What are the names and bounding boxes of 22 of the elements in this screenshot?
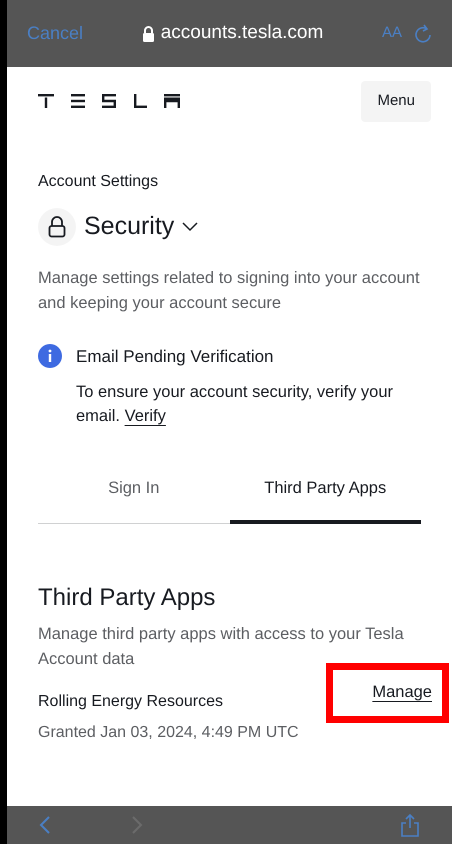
third-party-description: Manage third party apps with access to your Tesla Account data	[38, 624, 405, 670]
notice-text: To ensure your account security, verify your email. Verify	[76, 382, 394, 427]
app-name: Rolling Energy Resources	[38, 692, 224, 712]
notice-title: Email Pending Verification	[76, 346, 275, 368]
share-icon[interactable]	[400, 813, 420, 837]
menu-button[interactable]: Menu	[361, 81, 431, 122]
info-icon	[38, 344, 62, 368]
address-text[interactable]: accounts.tesla.com	[160, 19, 324, 48]
back-icon[interactable]	[39, 815, 51, 835]
section-description: Manage settings related to signing into your account and keeping your account secure	[38, 268, 421, 314]
third-party-heading: Third Party Apps	[38, 582, 216, 613]
account-settings-label: Account Settings	[38, 172, 160, 192]
reload-icon[interactable]	[414, 22, 432, 44]
lock-icon	[142, 26, 155, 42]
tab[interactable]: Sign In	[38, 476, 230, 524]
section-dropdown[interactable]: Security	[38, 208, 421, 246]
verify-link[interactable]: Verify	[124, 407, 166, 425]
granted-date: Granted Jan 03, 2024, 4:49 PM UTC	[38, 722, 300, 743]
chevron-down-icon	[182, 222, 198, 232]
manage-link[interactable]: Manage	[372, 680, 432, 706]
lock-icon	[38, 208, 76, 246]
tab[interactable]: Third Party Apps	[230, 476, 421, 524]
